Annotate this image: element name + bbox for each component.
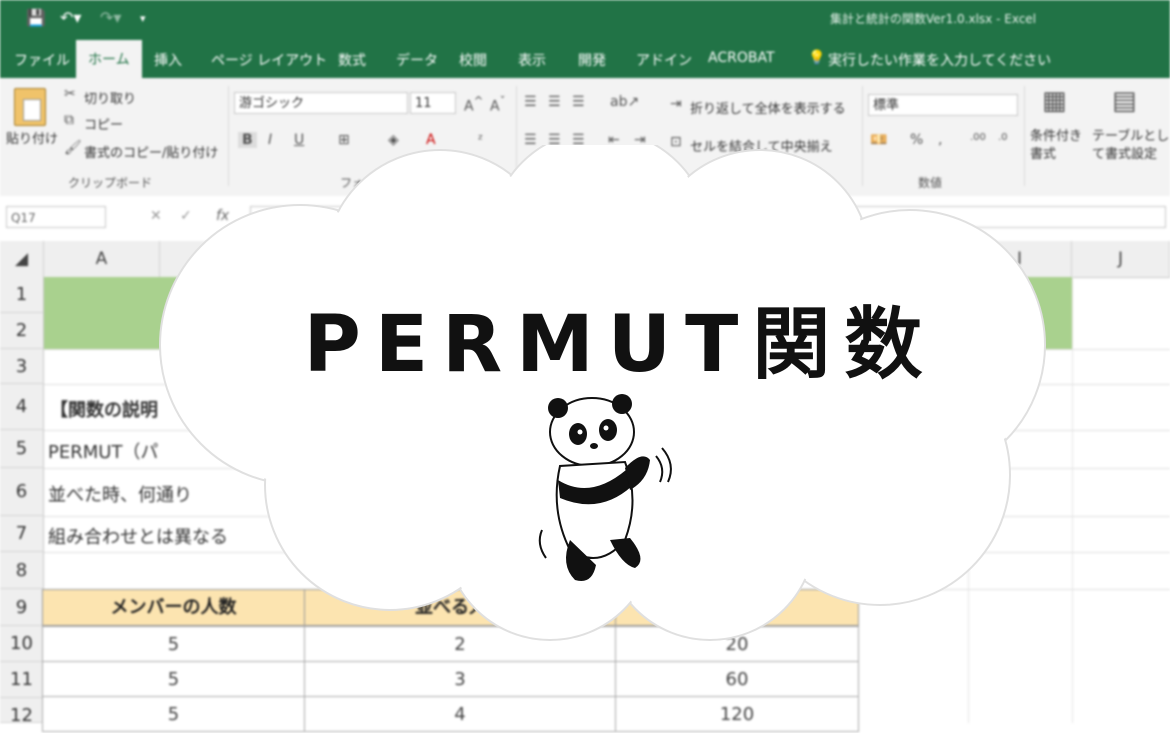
save-icon[interactable]: 💾 bbox=[26, 8, 46, 27]
table-cell[interactable]: 5 bbox=[42, 696, 305, 732]
increase-decimal-icon[interactable]: .00 bbox=[970, 132, 986, 143]
tab-developer[interactable]: 開発 bbox=[578, 50, 606, 70]
redo-icon[interactable]: ↷▾ bbox=[100, 8, 121, 27]
cut-button[interactable]: 切り取り bbox=[84, 88, 136, 107]
column-header-j[interactable]: J bbox=[1072, 241, 1170, 277]
row-header-12[interactable]: 12 bbox=[0, 698, 44, 723]
panda-illustration bbox=[538, 394, 672, 581]
row-header-6[interactable]: 6 bbox=[0, 468, 44, 516]
row-header-1[interactable]: 1 bbox=[0, 277, 44, 313]
cell-a5[interactable]: PERMUT（パ bbox=[48, 438, 158, 464]
table-cell[interactable]: 4 bbox=[304, 696, 616, 732]
table-cell[interactable]: 60 bbox=[615, 661, 859, 697]
number-format-dropdown[interactable]: 標準 bbox=[868, 94, 1018, 116]
row-header-10[interactable]: 10 bbox=[0, 626, 44, 662]
row-header-3[interactable]: 3 bbox=[0, 349, 44, 384]
table-cell[interactable]: 120 bbox=[615, 696, 859, 732]
copy-icon: ⧉ bbox=[64, 112, 74, 128]
headline-title: PERMUT関数 bbox=[303, 300, 937, 390]
align-top-icon[interactable]: ☰ bbox=[524, 94, 537, 110]
tab-addins[interactable]: アドイン bbox=[636, 50, 692, 70]
title-bar: 💾 ↶▾ ↷▾ ▾ 集計と統計の関数Ver1.0.xlsx - Excel bbox=[0, 0, 1170, 38]
orientation-icon[interactable]: ab↗ bbox=[610, 94, 639, 110]
copy-button[interactable]: コピー bbox=[84, 114, 123, 133]
wrap-text-button[interactable]: 折り返して全体を表示する bbox=[690, 98, 846, 117]
row-header-8[interactable]: 8 bbox=[0, 552, 44, 589]
ribbon-tabs: ファイル ホーム 挿入 ページ レイアウト 数式 データ 校閲 表示 開発 アド… bbox=[0, 38, 1170, 78]
row-header-11[interactable]: 11 bbox=[0, 662, 44, 698]
row-header-2[interactable]: 2 bbox=[0, 313, 44, 349]
lightbulb-icon: 💡 bbox=[808, 50, 826, 66]
table-cell[interactable]: 3 bbox=[304, 661, 616, 697]
table-cell[interactable]: 5 bbox=[42, 661, 305, 697]
format-painter-icon: 🖌 bbox=[64, 140, 82, 156]
row-header-4[interactable]: 4 bbox=[0, 384, 44, 430]
scissors-icon: ✂ bbox=[64, 86, 76, 102]
window-title: 集計と統計の関数Ver1.0.xlsx - Excel bbox=[830, 12, 1037, 26]
row-header-5[interactable]: 5 bbox=[0, 430, 44, 468]
wrap-text-icon: ⇥ bbox=[670, 96, 682, 112]
decrease-decimal-icon[interactable]: .0 bbox=[998, 132, 1008, 143]
tab-acrobat[interactable]: ACROBAT bbox=[708, 50, 775, 66]
align-bottom-icon[interactable]: ☰ bbox=[572, 94, 585, 110]
table-format-icon: ▤ bbox=[1112, 86, 1137, 116]
conditional-format-icon: ▦ bbox=[1042, 86, 1067, 116]
select-all-corner[interactable]: ◢ bbox=[0, 241, 44, 277]
grow-font-icon[interactable]: A^ bbox=[464, 94, 483, 115]
cell-a4[interactable]: 【関数の説明 bbox=[50, 396, 158, 422]
align-middle-icon[interactable]: ☰ bbox=[548, 94, 561, 110]
font-size-dropdown[interactable]: 11 bbox=[410, 92, 456, 114]
undo-icon[interactable]: ↶▾ bbox=[60, 8, 81, 27]
gridline bbox=[1072, 277, 1073, 723]
row-header-9[interactable]: 9 bbox=[0, 589, 44, 626]
tab-insert[interactable]: 挿入 bbox=[154, 50, 182, 70]
tab-file[interactable]: ファイル bbox=[14, 50, 70, 70]
tab-home[interactable]: ホーム bbox=[76, 40, 142, 78]
tab-page-layout[interactable]: ページ レイアウト bbox=[211, 50, 327, 70]
format-as-table-button[interactable]: テーブルとして書式設定 bbox=[1092, 128, 1170, 164]
paste-icon[interactable] bbox=[14, 88, 46, 126]
tab-formulas[interactable]: 数式 bbox=[338, 50, 366, 70]
tell-me-search[interactable]: 実行したい作業を入力してください bbox=[828, 50, 1051, 70]
font-name-dropdown[interactable]: 游ゴシック bbox=[234, 92, 408, 114]
tab-view[interactable]: 表示 bbox=[518, 50, 546, 70]
shrink-font-icon[interactable]: Aˇ bbox=[490, 94, 505, 115]
tab-data[interactable]: データ bbox=[396, 50, 438, 70]
row-header-7[interactable]: 7 bbox=[0, 516, 44, 552]
name-box[interactable]: Q17 bbox=[6, 206, 106, 228]
clipboard-group-label: クリップボード bbox=[68, 176, 153, 190]
column-header-a[interactable]: A bbox=[44, 241, 160, 277]
paste-button[interactable]: 貼り付け bbox=[6, 128, 58, 147]
customize-qat-icon[interactable]: ▾ bbox=[140, 12, 146, 25]
tab-review[interactable]: 校閲 bbox=[459, 50, 487, 70]
